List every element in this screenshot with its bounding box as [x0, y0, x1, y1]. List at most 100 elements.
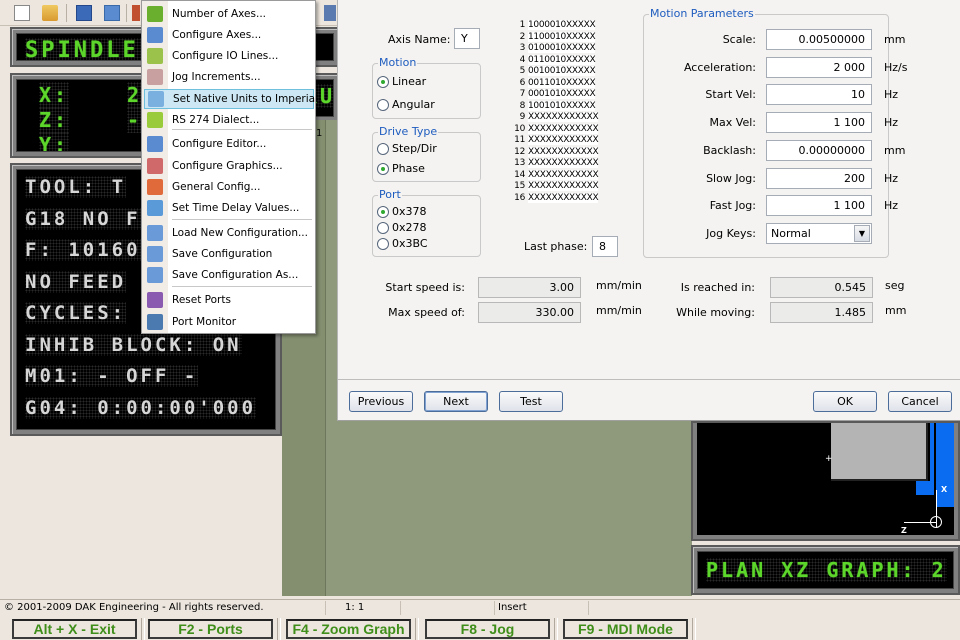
- param-input[interactable]: 0.00500000: [766, 29, 872, 50]
- phase-number: 7: [519, 89, 526, 99]
- readout-value: 1.485: [770, 302, 873, 323]
- phase-row[interactable]: 12 XXXXXXXXXXXX: [511, 146, 599, 157]
- phase-value: XXXXXXXXXXXX: [528, 112, 599, 122]
- readout-label: Start speed is:: [385, 281, 465, 294]
- status-bar: © 2001-2009 DAK Engineering - All rights…: [0, 599, 960, 616]
- menu-item-label: Jog Increments...: [172, 71, 261, 83]
- param-input[interactable]: 2 000: [766, 56, 872, 78]
- phase-number: 15: [514, 181, 525, 191]
- menu-item[interactable]: Configure Graphics...: [144, 156, 314, 176]
- radio-phase[interactable]: Phase: [377, 162, 425, 175]
- function-key-button[interactable]: Alt + X - Exit: [12, 619, 137, 639]
- tool-holder-shape: [936, 423, 954, 507]
- save-all-icon[interactable]: [104, 5, 120, 21]
- phase-row[interactable]: 2 1100010XXXXX: [511, 31, 596, 42]
- menu-item[interactable]: Set Time Delay Values...: [144, 198, 314, 218]
- new-file-icon[interactable]: [14, 5, 30, 21]
- save-icon[interactable]: [76, 5, 92, 21]
- menu-item[interactable]: Reset Ports: [144, 290, 314, 310]
- menu-item[interactable]: Save Configuration: [144, 244, 314, 264]
- menu-item[interactable]: Configure Axes...: [144, 25, 314, 45]
- copyright-text: © 2001-2009 DAK Engineering - All rights…: [4, 602, 264, 613]
- phase-row[interactable]: 11 XXXXXXXXXXXX: [511, 135, 599, 145]
- phase-row[interactable]: 7 0001010XXXXX: [511, 89, 596, 99]
- phase-row[interactable]: 5 0010010XXXXX: [511, 66, 596, 76]
- function-key-button[interactable]: F9 - MDI Mode: [563, 619, 688, 639]
- open-folder-icon[interactable]: [42, 5, 58, 21]
- param-input[interactable]: 10: [766, 84, 872, 106]
- phase-value: 1100010XXXXX: [528, 31, 596, 42]
- io-lines-icon: [147, 48, 163, 64]
- toolpath-graph[interactable]: + X Z: [697, 423, 954, 535]
- chevron-down-icon[interactable]: ▼: [854, 225, 870, 242]
- next-button[interactable]: Next: [424, 391, 488, 412]
- param-input[interactable]: 200: [766, 167, 872, 189]
- menu-item[interactable]: Port Monitor: [144, 312, 314, 332]
- radio-port-0x3bc[interactable]: 0x3BC: [377, 237, 428, 250]
- function-key-separator: [415, 618, 419, 640]
- phase-row[interactable]: 15 XXXXXXXXXXXX: [511, 181, 599, 191]
- phase-row[interactable]: 4 0110010XXXXX: [511, 54, 596, 65]
- menu-separator: [172, 129, 312, 130]
- menu-item-label: RS 274 Dialect...: [172, 114, 260, 126]
- function-key-button[interactable]: F4 - Zoom Graph: [286, 619, 411, 639]
- phase-row[interactable]: 8 1001010XXXXX: [511, 100, 596, 111]
- radio-linear[interactable]: Linear: [377, 75, 426, 88]
- function-key-button[interactable]: F2 - Ports: [148, 619, 273, 639]
- phase-number: 9: [519, 112, 526, 122]
- phase-row[interactable]: 10 XXXXXXXXXXXX: [511, 123, 599, 134]
- phase-row[interactable]: 6 0011010XXXXX: [511, 77, 596, 88]
- phase-number: 1: [519, 20, 526, 30]
- param-input[interactable]: 0.00000000: [766, 139, 872, 161]
- menu-item[interactable]: Set Native Units to Imperial: [144, 89, 318, 109]
- param-input[interactable]: 1 100: [766, 112, 872, 134]
- jog-keys-select[interactable]: Normal ▼: [766, 223, 872, 244]
- status-line: F: 10160: [25, 239, 141, 261]
- jog-keys-label: Jog Keys:: [706, 227, 756, 240]
- test-button[interactable]: Test: [499, 391, 563, 412]
- menu-item[interactable]: Jog Increments...: [144, 67, 314, 87]
- readout-value: 0.545: [770, 277, 873, 298]
- radio-angular[interactable]: Angular: [377, 98, 435, 111]
- status-line: CYCLES:: [25, 302, 127, 324]
- last-phase-input[interactable]: 8: [592, 236, 618, 257]
- phase-row[interactable]: 16 XXXXXXXXXXXX: [511, 192, 599, 203]
- cancel-button[interactable]: Cancel: [888, 391, 952, 412]
- phase-value: 1001010XXXXX: [528, 100, 596, 111]
- function-key-button[interactable]: F8 - Jog: [425, 619, 550, 639]
- menu-separator: [172, 286, 312, 287]
- axis-name-label: Axis Name:: [388, 33, 451, 46]
- axis-name-input[interactable]: Y: [454, 28, 480, 49]
- radio-indicator: [377, 162, 389, 175]
- menu-item[interactable]: Configure IO Lines...: [144, 46, 314, 66]
- phase-row[interactable]: 13 XXXXXXXXXXXX: [511, 158, 599, 168]
- phase-row[interactable]: 9 XXXXXXXXXXXX: [511, 112, 599, 122]
- motion-parameters-title: Motion Parameters: [649, 7, 755, 20]
- param-input[interactable]: 1 100: [766, 195, 872, 217]
- menu-item[interactable]: Configure Editor...: [144, 134, 314, 154]
- radio-label: Step/Dir: [392, 142, 437, 155]
- cut-icon[interactable]: [132, 5, 140, 21]
- toolbar-icon[interactable]: [324, 5, 336, 21]
- save-config-as-icon: [147, 267, 163, 283]
- phase-value: 1000010XXXXX: [528, 20, 596, 30]
- ok-button[interactable]: OK: [813, 391, 877, 412]
- status-separator: [494, 601, 495, 615]
- menu-item[interactable]: RS 274 Dialect...: [144, 110, 314, 130]
- menu-item[interactable]: Save Configuration As...: [144, 265, 314, 285]
- phase-row[interactable]: 1 1000010XXXXX: [511, 20, 596, 30]
- phase-number: 2: [519, 31, 526, 42]
- menu-item[interactable]: Load New Configuration...: [144, 223, 314, 243]
- menu-item[interactable]: General Config...: [144, 177, 314, 197]
- menu-item-label: Configure Axes...: [172, 29, 262, 41]
- radio-step-dir[interactable]: Step/Dir: [377, 142, 437, 155]
- motion-group-title: Motion: [378, 56, 418, 69]
- previous-button[interactable]: Previous: [349, 391, 413, 412]
- radio-port-0x278[interactable]: 0x278: [377, 221, 427, 234]
- phase-row[interactable]: 14 XXXXXXXXXXXX: [511, 169, 599, 180]
- menu-item[interactable]: Number of Axes...: [144, 4, 314, 24]
- phase-row[interactable]: 3 0100010XXXXX: [511, 43, 596, 53]
- menu-item-label: General Config...: [172, 181, 261, 193]
- radio-port-0x378[interactable]: 0x378: [377, 205, 427, 218]
- phase-number: 4: [519, 54, 526, 65]
